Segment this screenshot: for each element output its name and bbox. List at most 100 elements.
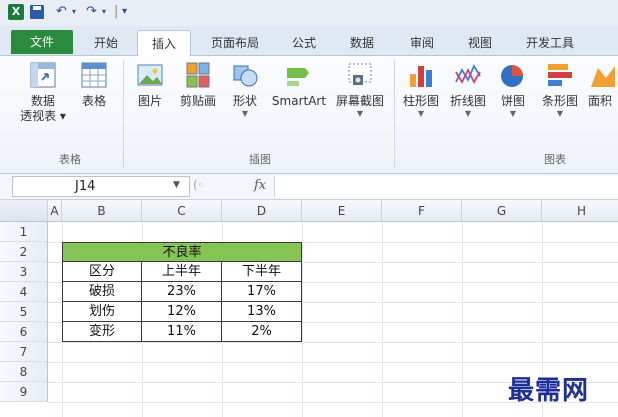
pivot-table-button[interactable]: 数据 透视表 ▾	[14, 60, 72, 124]
smartart-button[interactable]: SmartArt	[268, 60, 330, 109]
area-chart-label: 面积	[588, 94, 613, 108]
pie-chart-label: 饼图	[500, 94, 525, 108]
column-chart-dropdown-icon: ▼	[417, 109, 425, 118]
pie-chart-icon	[501, 65, 523, 87]
line-chart-label: 折线图	[449, 94, 486, 108]
row-header-9[interactable]: 9	[0, 382, 48, 402]
column-header-e[interactable]: E	[302, 200, 382, 222]
row-header-3[interactable]: 3	[0, 262, 48, 282]
table-label: 表格	[81, 94, 106, 108]
pivot-table-label: 数据	[30, 94, 55, 108]
tab-page-layout[interactable]: 页面布局	[200, 30, 270, 56]
area-chart-button[interactable]: 面积	[588, 60, 618, 109]
customize-qat-icon[interactable]: ▾	[122, 3, 127, 21]
name-box-dropdown-icon[interactable]: ▼	[173, 180, 180, 190]
table-cell[interactable]: 12%	[142, 302, 222, 322]
table-title-cell[interactable]: 不良率	[62, 242, 302, 262]
name-box[interactable]: J14	[12, 176, 190, 197]
row-header-5[interactable]: 5	[0, 302, 48, 322]
select-all-corner[interactable]	[0, 200, 48, 222]
column-header-d[interactable]: D	[222, 200, 302, 222]
tab-file[interactable]: 文件	[11, 30, 73, 54]
tab-home[interactable]: 开始	[84, 30, 128, 56]
tab-review[interactable]: 审阅	[400, 30, 444, 56]
table-cell[interactable]: 11%	[142, 322, 222, 342]
shapes-icon	[233, 65, 258, 87]
row-header-2[interactable]: 2	[0, 242, 48, 262]
table-cell[interactable]: 17%	[222, 282, 302, 302]
line-chart-button[interactable]: 折线图 ▼	[446, 60, 490, 119]
undo-dropdown-icon[interactable]: ▾	[72, 3, 76, 21]
clipart-label: 剪贴画	[179, 94, 216, 108]
gridline	[48, 342, 618, 343]
column-chart-icon	[410, 66, 432, 87]
screenshot-button[interactable]: 屏幕截图 ▼	[332, 60, 388, 119]
row-header-1[interactable]: 1	[0, 222, 48, 242]
line-chart-dropdown-icon: ▼	[464, 109, 472, 118]
table-header-cell[interactable]: 上半年	[142, 262, 222, 282]
clipart-icon	[186, 62, 210, 88]
shapes-dropdown-icon: ▼	[241, 109, 249, 118]
group-label-tables: 表格	[59, 153, 81, 166]
formula-input[interactable]	[274, 176, 618, 197]
tab-developer[interactable]: 开发工具	[516, 30, 584, 56]
group-separator	[394, 60, 395, 168]
table-cell[interactable]: 13%	[222, 302, 302, 322]
formula-bar-dots-icon: (◦	[193, 178, 205, 192]
ribbon-tab-bar: 文件 开始 插入 页面布局 公式 数据 审阅 视图 开发工具	[0, 26, 618, 57]
tab-view[interactable]: 视图	[458, 30, 502, 56]
picture-button[interactable]: 图片	[132, 60, 168, 109]
table-cell[interactable]: 2%	[222, 322, 302, 342]
column-header-f[interactable]: F	[382, 200, 462, 222]
row-header-7[interactable]: 7	[0, 342, 48, 362]
undo-icon[interactable]: ↶	[56, 3, 67, 21]
area-chart-icon	[591, 66, 615, 87]
tab-insert[interactable]: 插入	[137, 30, 191, 57]
gridline	[462, 222, 463, 417]
column-header-a[interactable]: A	[48, 200, 62, 222]
bar-chart-label: 条形图	[541, 94, 578, 108]
table-cell[interactable]: 23%	[142, 282, 222, 302]
table-header-cell[interactable]: 下半年	[222, 262, 302, 282]
row-header-6[interactable]: 6	[0, 322, 48, 342]
formula-bar: J14 ▼ (◦ fx	[0, 174, 618, 200]
pie-chart-button[interactable]: 饼图 ▼	[496, 60, 530, 119]
table-cell[interactable]: 划伤	[62, 302, 142, 322]
gridline	[382, 222, 383, 417]
table-cell[interactable]: 变形	[62, 322, 142, 342]
bar-chart-icon	[548, 64, 572, 86]
tab-formulas[interactable]: 公式	[282, 30, 326, 56]
row-header-8[interactable]: 8	[0, 362, 48, 382]
column-header-c[interactable]: C	[142, 200, 222, 222]
row-header-4[interactable]: 4	[0, 282, 48, 302]
table-cell[interactable]: 破损	[62, 282, 142, 302]
picture-icon	[137, 64, 163, 86]
clipart-button[interactable]: 剪贴画	[176, 60, 220, 109]
shapes-button[interactable]: 形状 ▼	[226, 60, 264, 119]
bar-chart-button[interactable]: 条形图 ▼	[538, 60, 582, 119]
group-label-illustrations: 插图	[249, 153, 271, 166]
column-header-g[interactable]: G	[462, 200, 542, 222]
insert-function-icon[interactable]: fx	[254, 178, 266, 193]
redo-dropdown-icon[interactable]: ▾	[102, 3, 106, 21]
qat-separator: |	[114, 4, 119, 19]
column-header-h[interactable]: H	[542, 200, 618, 222]
save-icon[interactable]	[30, 5, 44, 19]
column-header-b[interactable]: B	[62, 200, 142, 222]
table-icon	[81, 62, 107, 88]
gridline	[302, 222, 303, 417]
column-chart-button[interactable]: 柱形图 ▼	[400, 60, 442, 119]
screenshot-label: 屏幕截图	[335, 94, 384, 108]
table-button[interactable]: 表格	[74, 60, 114, 109]
table-header-cell[interactable]: 区分	[62, 262, 142, 282]
picture-label: 图片	[137, 94, 162, 108]
shapes-label: 形状	[232, 94, 257, 108]
tab-data[interactable]: 数据	[340, 30, 384, 56]
smartart-icon	[287, 68, 309, 86]
quick-access-toolbar: X ↶ ▾ ↷ ▾ | ▾	[0, 0, 618, 26]
group-separator	[123, 60, 124, 168]
screenshot-icon	[348, 63, 372, 85]
redo-icon[interactable]: ↷	[86, 3, 97, 21]
bar-chart-dropdown-icon: ▼	[556, 109, 564, 118]
watermark-text: 最需网	[508, 376, 590, 406]
